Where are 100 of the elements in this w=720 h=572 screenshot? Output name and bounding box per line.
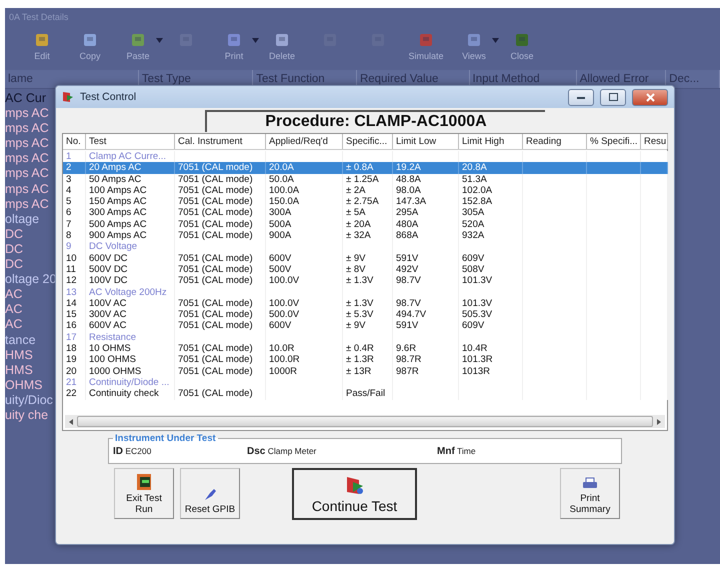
toolbar-button[interactable]: Delete <box>268 51 295 61</box>
table-cell: 10 OHMS <box>89 343 131 354</box>
print-button[interactable]: Print Summary <box>560 468 620 519</box>
table-cell: 22 <box>66 388 77 400</box>
list-item[interactable]: tance <box>5 332 57 348</box>
table-cell: 7051 (CAL mode) <box>178 366 253 377</box>
list-item[interactable]: HMS <box>5 362 57 378</box>
table-row[interactable]: 19 100 OHMS 7051 (CAL mode) 100.0R ± 1.3R 98.7R 101.3R <box>63 354 667 366</box>
table-row[interactable]: 11 500V DC 7051 (CAL mode) 500V ± 8V 492V 508V <box>63 264 667 276</box>
table-row[interactable]: 7 500 Amps AC 7051 (CAL mode) 500A ± 20A 480A 520A <box>63 218 667 230</box>
table-row[interactable]: 6 300 Amps AC 7051 (CAL mode) 300A ± 5A 295A 305A <box>63 207 667 219</box>
list-item[interactable]: mps AC <box>5 106 57 122</box>
table-row[interactable]: 13 AC Voltage 200Hz <box>63 286 667 298</box>
column-header[interactable]: Applied/Req'd <box>266 134 343 149</box>
table-cell: 15 <box>66 309 77 320</box>
close-button[interactable] <box>632 88 668 106</box>
list-item[interactable]: mps AC <box>5 182 57 197</box>
table-cell: 10 <box>66 252 77 264</box>
list-item[interactable]: uity che <box>5 408 57 424</box>
table-row[interactable]: 22 Continuity check 7051 (CAL mode) Pass/Fail <box>63 388 667 400</box>
caret-icon[interactable] <box>252 38 259 43</box>
table-cell: 7051 (CAL mode) <box>178 184 253 196</box>
table-row[interactable]: 9 DC Voltage <box>63 241 667 253</box>
instrument-field: ID EC200 <box>113 446 247 457</box>
list-item[interactable]: DC <box>5 242 57 258</box>
table-cell: 7051 (CAL mode) <box>178 196 253 208</box>
table-cell: Resistance <box>89 332 136 343</box>
list-item[interactable]: AC <box>5 302 57 318</box>
table-cell: 300V AC <box>89 309 126 320</box>
toolbar-button[interactable]: Edit <box>34 51 50 61</box>
list-item[interactable]: AC Cur <box>5 91 57 106</box>
table-cell: 505.3V <box>462 309 492 320</box>
caret-icon[interactable] <box>492 38 499 43</box>
column-header[interactable]: Limit Low <box>393 134 459 149</box>
table-cell: 20.8A <box>462 162 487 174</box>
table-row[interactable]: 17 Resistance <box>63 332 667 344</box>
toolbar-button[interactable]: Print <box>224 51 244 61</box>
table-row[interactable]: 10 600V DC 7051 (CAL mode) 600V ± 9V 591V 609V <box>63 252 667 264</box>
toolbar-button[interactable]: Simulate <box>408 51 444 61</box>
toolbar-button[interactable]: Close <box>510 51 534 61</box>
table-cell: 494.7V <box>396 309 426 320</box>
column-header[interactable]: Limit High <box>459 134 523 149</box>
toolbar-button[interactable]: Copy <box>79 51 100 61</box>
table-row[interactable]: 18 10 OHMS 7051 (CAL mode) 10.0R ± 0.4R 9.6R 10.4R <box>63 343 667 354</box>
minimize-button[interactable] <box>568 88 594 106</box>
toolbar-button[interactable]: Views <box>462 51 486 61</box>
maximize-button[interactable] <box>600 88 626 106</box>
table-row[interactable]: 8 900 Amps AC 7051 (CAL mode) 900A ± 32A 868A 932A <box>63 230 667 242</box>
table-row[interactable]: 21 Continuity/Diode ... <box>63 376 667 388</box>
list-item[interactable]: DC <box>5 257 57 272</box>
list-item[interactable]: mps AC <box>5 196 57 212</box>
flag-icon <box>62 91 74 103</box>
column-header[interactable]: Test <box>86 134 175 149</box>
table-row[interactable]: 3 50 Amps AC 7051 (CAL mode) 50.0A ± 1.25A 48.8A 51.3A <box>63 174 667 185</box>
column-header[interactable]: Cal. Instrument <box>175 134 266 149</box>
horizontal-scrollbar[interactable] <box>65 415 665 428</box>
table-row[interactable]: 20 1000 OHMS 7051 (CAL mode) 1000R ± 13R 987R 1013R <box>63 366 667 377</box>
table-cell: 98.7V <box>396 275 421 286</box>
table-cell: 300 Amps AC <box>89 207 147 218</box>
toolbar-button[interactable]: Paste <box>126 51 150 61</box>
table-cell: 11 <box>66 264 76 275</box>
column-header[interactable]: Reading <box>523 134 587 149</box>
list-item[interactable]: HMS <box>5 348 57 363</box>
table-cell: 932A <box>462 230 484 242</box>
list-item[interactable]: mps AC <box>5 151 57 166</box>
list-item[interactable]: oltage <box>5 212 57 227</box>
list-item[interactable]: uity/Dioc <box>5 392 57 408</box>
column-header[interactable]: % Specifi... <box>587 134 641 149</box>
table-cell: 20 Amps AC <box>89 162 142 174</box>
continue-button[interactable]: Continue Test <box>292 468 417 520</box>
list-item[interactable]: mps AC <box>5 166 57 182</box>
column-header[interactable]: Specific... <box>343 134 393 149</box>
reset-button[interactable]: Reset GPIB <box>180 468 240 519</box>
table-row[interactable]: 15 300V AC 7051 (CAL mode) 500.0V ± 5.3V 494.7V 505.3V <box>63 309 667 320</box>
table-cell: ± 5A <box>346 207 366 218</box>
table-row[interactable]: 5 150 Amps AC 7051 (CAL mode) 150.0A ± 2.75A 147.3A 152.8A <box>63 196 667 208</box>
table-cell: 520A <box>462 218 484 230</box>
list-item[interactable]: DC <box>5 226 57 242</box>
list-item[interactable]: mps AC <box>5 136 57 152</box>
list-item[interactable]: AC <box>5 317 57 332</box>
list-item[interactable]: AC <box>5 287 57 302</box>
list-item[interactable]: mps AC <box>5 121 57 136</box>
table-cell: 6 <box>66 207 72 218</box>
list-item[interactable]: OHMS <box>5 378 57 393</box>
table-row[interactable]: 12 100V DC 7051 (CAL mode) 100.0V ± 1.3V 98.7V 101.3V <box>63 275 667 287</box>
table-cell: 7051 (CAL mode) <box>178 309 253 320</box>
table-row[interactable]: 14 100V AC 7051 (CAL mode) 100.0V ± 1.3V 98.7V 101.3V <box>63 298 667 310</box>
table-row[interactable]: 4 100 Amps AC 7051 (CAL mode) 100.0A ± 2A 98.0A 102.0A <box>63 184 667 196</box>
table-cell: 16 <box>66 320 77 332</box>
table-row[interactable]: 16 600V AC 7051 (CAL mode) 600V ± 9V 591V 609V <box>63 320 667 332</box>
table-cell: 98.7V <box>396 298 421 309</box>
table-cell: Clamp AC Curre... <box>89 151 166 162</box>
table-row[interactable]: 2 20 Amps AC 7051 (CAL mode) 20.0A ± 0.8A 19.2A 20.8A <box>63 162 667 174</box>
scrollbar-thumb[interactable] <box>77 416 653 427</box>
column-header[interactable]: No. <box>63 134 86 149</box>
column-header[interactable]: Resu <box>641 134 668 149</box>
table-cell: 101.3V <box>462 298 492 309</box>
exit-button[interactable]: Exit Test Run <box>114 468 174 519</box>
caret-icon[interactable] <box>156 38 163 43</box>
table-cell: 21 <box>66 376 77 388</box>
